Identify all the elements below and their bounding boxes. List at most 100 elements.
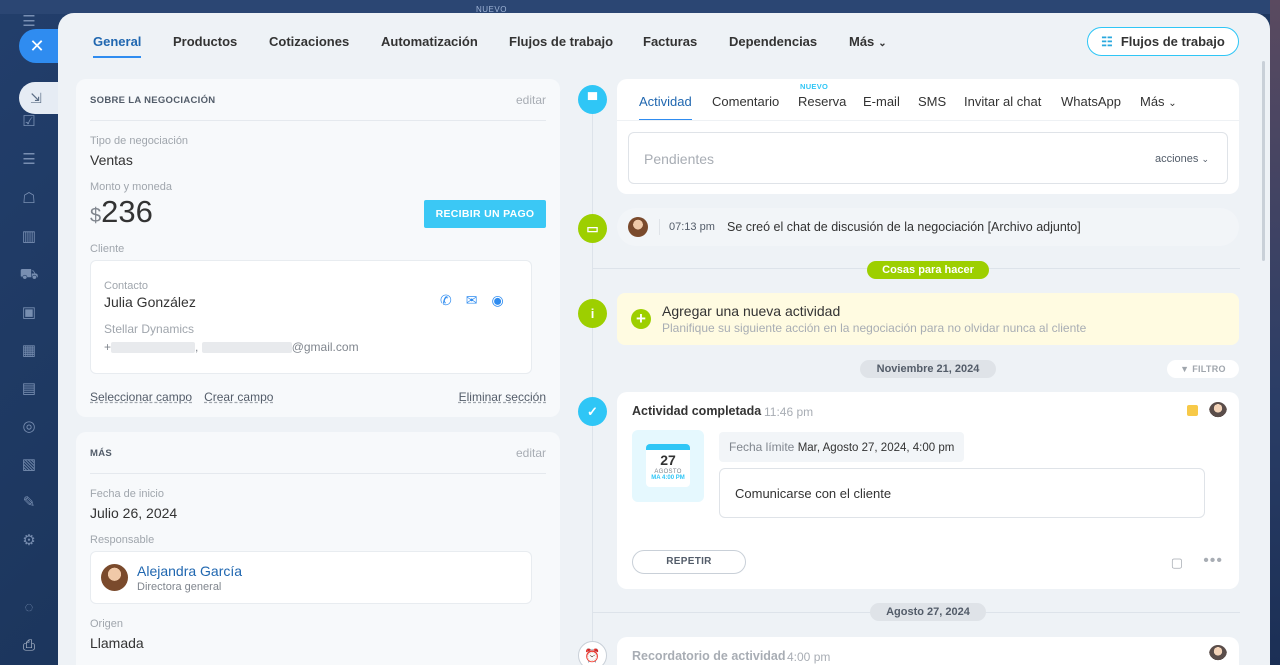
cart-icon[interactable]: ⛟ xyxy=(19,265,39,285)
tab-email[interactable]: E-mail xyxy=(863,94,900,109)
pen-icon[interactable]: ✎ xyxy=(19,493,39,513)
responsible-box[interactable]: Alejandra García Directora general xyxy=(90,551,532,604)
event-text: Se creó el chat de discusión de la negoc… xyxy=(727,220,1081,234)
tab-whatsapp[interactable]: WhatsApp xyxy=(1061,94,1121,109)
amount-value[interactable]: $236 xyxy=(90,194,153,230)
calendar-day: 27 xyxy=(660,452,676,468)
more-icon[interactable]: ••• xyxy=(1203,552,1223,570)
tab-automatizacion[interactable]: Automatización xyxy=(381,34,478,49)
deadline-value: Mar, Agosto 27, 2024, 4:00 pm xyxy=(797,442,955,454)
add-activity-subtitle: Planifique su siguiente acción en la neg… xyxy=(662,321,1087,335)
tab-general[interactable]: General xyxy=(93,34,142,58)
deal-panel: General Productos Cotizaciones Automatiz… xyxy=(58,13,1270,665)
tab-facturas[interactable]: Facturas xyxy=(643,34,697,49)
deadline-label: Fecha límite xyxy=(729,440,795,454)
target-icon[interactable]: ◎ xyxy=(19,417,39,437)
contact-name[interactable]: Julia González xyxy=(104,294,196,310)
active-rail-icon[interactable]: ⇲ xyxy=(19,82,59,114)
tasks-icon[interactable]: ☑ xyxy=(19,112,39,132)
actions-dropdown[interactable]: acciones ⌄ xyxy=(1155,153,1209,165)
todo-pill: Cosas para hacer xyxy=(867,261,989,279)
chat-icon[interactable]: ◉ xyxy=(491,292,503,309)
avatar xyxy=(1209,402,1227,420)
pending-placeholder: Pendientes xyxy=(644,151,715,167)
email-icon[interactable]: ✉ xyxy=(466,292,478,309)
add-activity-banner[interactable]: + Agregar una nueva actividad Planifique… xyxy=(617,293,1239,345)
tab-mas-label: Más xyxy=(849,34,875,49)
tab-flujos[interactable]: Flujos de trabajo xyxy=(509,34,613,49)
chat-node-icon: ▭ xyxy=(578,214,607,243)
tab-invitar[interactable]: Invitar al chat xyxy=(964,94,1041,109)
card-title: SOBRE LA NEGOCIACIÓN xyxy=(90,95,216,106)
tab-cotizaciones[interactable]: Cotizaciones xyxy=(269,34,349,49)
origin-value[interactable]: Llamada xyxy=(90,635,144,651)
delete-section-link[interactable]: Eliminar sección xyxy=(459,390,546,404)
close-button[interactable]: ✕ xyxy=(19,29,61,63)
company-name[interactable]: Stellar Dynamics xyxy=(104,322,194,336)
field-links: Seleccionar campo Crear campo xyxy=(90,390,285,404)
reminder-title: Recordatorio de actividad xyxy=(632,649,786,663)
right-background xyxy=(1270,0,1280,665)
date-separator: Agosto 27, 2024 xyxy=(870,603,986,621)
card-title: MÁS xyxy=(90,448,113,459)
note-icon[interactable]: ▢ xyxy=(1171,555,1183,571)
comment-node-icon: ▀ xyxy=(578,85,607,114)
workflows-button[interactable]: ☷ Flujos de trabajo xyxy=(1087,27,1239,56)
tab-actividad[interactable]: Actividad xyxy=(639,94,692,121)
color-marker[interactable] xyxy=(1187,405,1198,416)
deadline[interactable]: Fecha límite Mar, Agosto 27, 2024, 4:00 … xyxy=(719,432,965,462)
filter-button[interactable]: ▼ FILTRO xyxy=(1167,360,1239,378)
globe-icon[interactable]: ◌ xyxy=(19,598,39,618)
info-node-icon: i xyxy=(578,299,607,328)
edit-link[interactable]: editar xyxy=(516,446,546,460)
tab-dependencias[interactable]: Dependencias xyxy=(729,34,817,49)
database-icon[interactable]: ▤ xyxy=(19,379,39,399)
calendar-icon[interactable]: ▦ xyxy=(19,341,39,361)
deal-info-card: SOBRE LA NEGOCIACIÓN editar Tipo de nego… xyxy=(76,79,560,417)
tab-editor-mas[interactable]: Más ⌄ xyxy=(1140,94,1177,109)
tab-sms[interactable]: SMS xyxy=(918,94,946,109)
calendar-time: MA 4:00 PM xyxy=(651,475,685,481)
responsible-name[interactable]: Alejandra García xyxy=(137,563,242,579)
workflow-icon: ☷ xyxy=(1101,33,1113,49)
tab-reserva[interactable]: Reserva xyxy=(798,94,846,109)
avatar xyxy=(628,217,648,237)
robot-icon[interactable]: ☖ xyxy=(19,189,39,209)
print-icon[interactable]: ⎙ xyxy=(19,636,39,656)
phone-icon[interactable]: ✆ xyxy=(440,292,452,309)
filter-icon[interactable]: ☰ xyxy=(19,150,39,170)
start-date-label: Fecha de inicio xyxy=(90,488,164,500)
divider xyxy=(617,120,1239,121)
tab-comentario[interactable]: Comentario xyxy=(712,94,779,109)
create-field-link[interactable]: Crear campo xyxy=(204,390,273,404)
settings-icon[interactable]: ⚙ xyxy=(19,531,39,551)
top-strip xyxy=(0,0,1280,14)
receive-payment-button[interactable]: RECIBIR UN PAGO xyxy=(424,200,546,228)
tab-productos[interactable]: Productos xyxy=(173,34,237,49)
email-suffix: @gmail.com xyxy=(291,340,359,354)
tab-mas[interactable]: Más ⌄ xyxy=(849,34,887,49)
mail-icon[interactable]: ▣ xyxy=(19,303,39,323)
redacted-email xyxy=(201,342,292,354)
select-field-link[interactable]: Seleccionar campo xyxy=(90,390,192,404)
start-date-value[interactable]: Julio 26, 2024 xyxy=(90,505,177,521)
pending-input[interactable]: Pendientes acciones ⌄ xyxy=(628,132,1228,184)
filter-icon: ▼ xyxy=(1180,364,1190,374)
task-description[interactable]: Comunicarse con el cliente xyxy=(719,468,1205,518)
plus-icon[interactable]: + xyxy=(631,309,651,329)
contact-box: Contacto Julia González ✆ ✉ ◉ Stellar Dy… xyxy=(90,260,532,374)
task-text: Comunicarse con el cliente xyxy=(735,486,892,501)
chart-icon[interactable]: ▥ xyxy=(19,227,39,247)
edit-link[interactable]: editar xyxy=(516,93,546,107)
scrollbar[interactable] xyxy=(1262,61,1265,261)
chat-created-event[interactable]: 07:13 pm Se creó el chat de discusión de… xyxy=(617,208,1239,246)
actions-label: acciones xyxy=(1154,153,1199,165)
contact-details: +, @gmail.com xyxy=(104,340,359,354)
top-tabs: General Productos Cotizaciones Automatiz… xyxy=(58,13,1270,69)
repeat-button[interactable]: REPETIR xyxy=(632,550,746,574)
amount-number: 236 xyxy=(101,194,153,229)
contact-actions: ✆ ✉ ◉ xyxy=(440,292,504,309)
activity-title: Actividad completada xyxy=(632,404,762,418)
deal-type-value[interactable]: Ventas xyxy=(90,152,133,168)
doc-icon[interactable]: ▧ xyxy=(19,455,39,475)
